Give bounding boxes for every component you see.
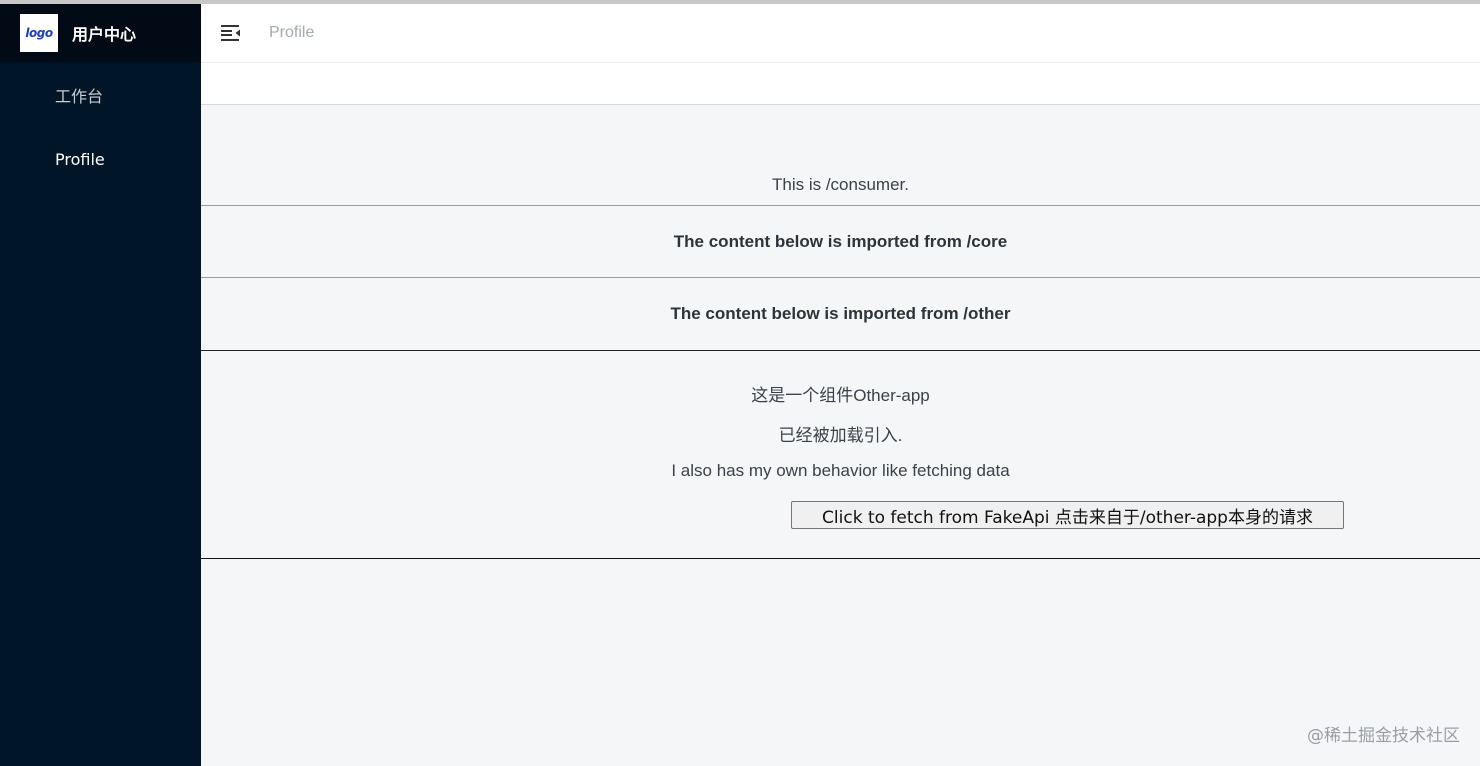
app-title: 用户中心 <box>72 25 137 44</box>
other-app-line-2: 已经被加载引入. <box>778 426 903 445</box>
other-section: The content below is imported from /othe… <box>201 278 1480 351</box>
other-app-component: 这是一个组件Other-app 已经被加载引入. I also has my o… <box>201 351 1480 559</box>
window-top-strip <box>0 0 1480 4</box>
sidebar-item-profile[interactable]: Profile <box>0 127 201 192</box>
other-app-line-3: I also has my own behavior like fetching… <box>671 461 1010 480</box>
consumer-text: This is /consumer. <box>772 175 909 194</box>
sidebar-item-workbench[interactable]: 工作台 <box>0 62 201 127</box>
breadcrumb[interactable]: Profile <box>269 24 314 42</box>
sidebar-item-label: 工作台 <box>55 86 104 106</box>
sidebar: logo 用户中心 工作台 Profile <box>0 4 201 766</box>
brand: logo 用户中心 <box>0 4 201 62</box>
logo-text: logo <box>25 26 53 40</box>
main-content: This is /consumer. The content below is … <box>201 105 1480 766</box>
watermark: @稀土掘金技术社区 <box>1307 726 1460 746</box>
header: Profile <box>201 4 1480 63</box>
other-app-line-1: 这是一个组件Other-app <box>751 386 930 405</box>
core-section: The content below is imported from /core <box>201 206 1480 278</box>
tabs-bar <box>201 63 1480 105</box>
menu-fold-icon[interactable] <box>220 22 242 44</box>
consumer-section: This is /consumer. <box>201 105 1480 206</box>
sidebar-item-label: Profile <box>55 150 105 169</box>
core-heading: The content below is imported from /core <box>673 231 1008 251</box>
fetch-button[interactable]: Click to fetch from FakeApi 点击来自于/other-… <box>791 501 1344 529</box>
other-heading: The content below is imported from /othe… <box>670 304 1011 323</box>
logo: logo <box>20 14 58 52</box>
